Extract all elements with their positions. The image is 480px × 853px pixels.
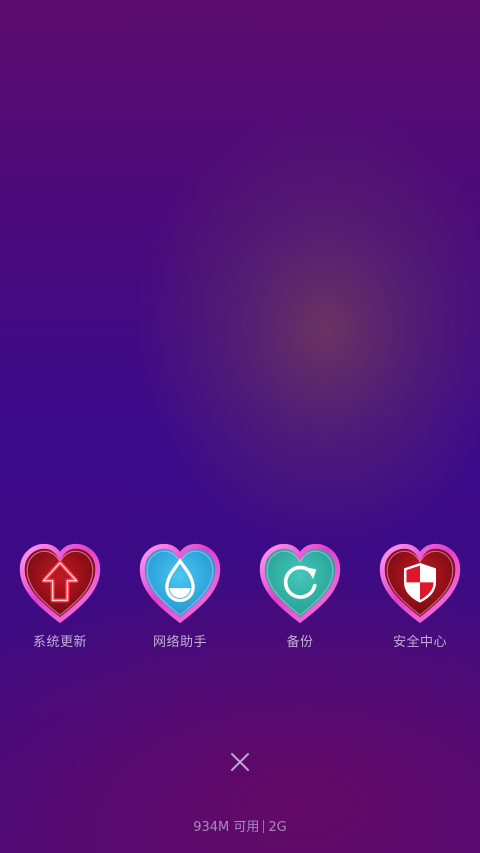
dock-item-system-update[interactable]: 系统更新: [0, 543, 120, 653]
backup-refresh-icon[interactable]: [259, 543, 341, 625]
water-drop-icon[interactable]: [139, 543, 221, 625]
available-memory: 934M 可用: [193, 820, 260, 835]
dock-item-label: 备份: [286, 635, 314, 650]
network-type: 2G: [268, 820, 287, 835]
dock-item-label: 安全中心: [392, 635, 447, 650]
dock-item-label: 网络助手: [152, 635, 207, 650]
memory-status: 934M 可用 2G: [0, 816, 480, 835]
upgrade-arrow-icon[interactable]: [19, 543, 101, 625]
close-button[interactable]: [225, 747, 255, 777]
dock-item-network-assistant[interactable]: 网络助手: [120, 543, 240, 653]
shield-icon[interactable]: [379, 543, 461, 625]
close-icon: [231, 753, 249, 771]
dock-item-label: 系统更新: [32, 635, 87, 650]
divider: [263, 820, 265, 833]
dock-item-security-center[interactable]: 安全中心: [360, 543, 480, 653]
dock-item-backup[interactable]: 备份: [240, 543, 360, 653]
shortcut-dock: 系统更新 网络助手 备份 安全中心: [0, 543, 480, 663]
